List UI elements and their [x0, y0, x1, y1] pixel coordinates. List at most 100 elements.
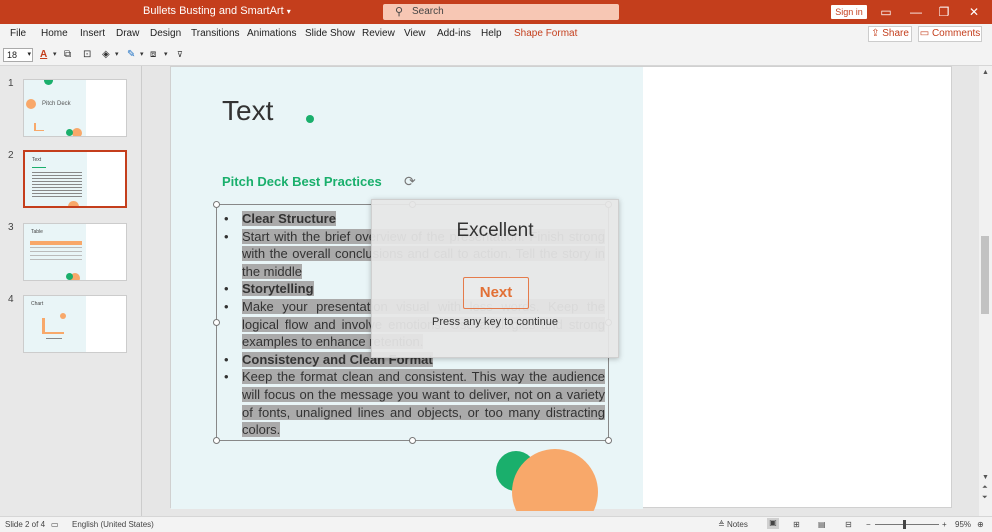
- chevron-down-icon: ▾: [27, 51, 31, 58]
- minimize-button[interactable]: —: [906, 3, 926, 21]
- resize-handle[interactable]: [409, 437, 416, 444]
- share-button[interactable]: ⇪ Share: [868, 26, 912, 42]
- language-indicator[interactable]: English (United States): [72, 520, 154, 529]
- font-size-value: 18: [7, 50, 18, 60]
- thumbnail-circle: [72, 128, 82, 136]
- thumbnail-title: Table: [31, 229, 43, 235]
- close-button[interactable]: ✕: [964, 3, 984, 21]
- comment-icon: ▭: [919, 28, 930, 39]
- thumbnail-chart: [42, 318, 64, 334]
- font-size-select[interactable]: 18 ▾: [3, 48, 33, 62]
- notes-label: Notes: [726, 520, 748, 529]
- thumbnail-circle: [60, 313, 66, 319]
- shape-outline-icon[interactable]: ✎: [127, 48, 135, 62]
- quick-toolbar: 18 ▾ A ▾ ⧉ ⊡ ◈ ▾ ✎ ▾ ⧈ ▾ ⊽: [0, 44, 992, 66]
- slide-heading[interactable]: Pitch Deck Best Practices: [222, 174, 382, 189]
- accessibility-icon[interactable]: ▭: [51, 520, 59, 529]
- scroll-up-icon[interactable]: ▲: [982, 69, 989, 76]
- tab-home[interactable]: Home: [41, 28, 68, 39]
- thumbnail-title: Chart: [31, 301, 44, 307]
- bullet-item: Keep the format clean and consistent. Th…: [224, 368, 605, 438]
- chevron-down-icon[interactable]: ▾: [164, 48, 168, 62]
- document-title[interactable]: Bullets Busting and SmartArt ▾: [143, 5, 291, 17]
- next-button[interactable]: Next: [463, 277, 529, 309]
- bullet-text: Clear Structure: [242, 211, 336, 226]
- thumbnail-number: 1: [8, 78, 14, 89]
- fit-to-window-icon[interactable]: ⊕: [977, 520, 984, 529]
- chevron-down-icon: ▾: [286, 7, 291, 16]
- thumbnail-number: 4: [8, 294, 14, 305]
- thumbnail-text-lines: [32, 172, 82, 197]
- search-icon: ⚲: [395, 6, 404, 18]
- zoom-out-icon[interactable]: −: [866, 520, 871, 529]
- scrollbar-thumb[interactable]: [981, 236, 989, 314]
- tab-draw[interactable]: Draw: [116, 28, 139, 39]
- tab-review[interactable]: Review: [362, 28, 395, 39]
- zoom-in-icon[interactable]: +: [942, 520, 947, 529]
- thumbnail-heading: [32, 167, 46, 168]
- slide-sorter-icon[interactable]: ⊞: [793, 520, 800, 529]
- slide-show-icon[interactable]: ⊟: [845, 520, 852, 529]
- dialog-hint: Press any key to continue: [432, 316, 558, 328]
- tab-slide-show[interactable]: Slide Show: [305, 28, 355, 39]
- arrange-icon[interactable]: ⧈: [150, 48, 156, 62]
- previous-slide-icon[interactable]: ⏶: [982, 484, 988, 492]
- tab-file[interactable]: File: [10, 28, 26, 39]
- search-box[interactable]: ⚲ Search: [383, 4, 619, 20]
- slide-title[interactable]: Text: [222, 95, 273, 127]
- resize-handle[interactable]: [213, 201, 220, 208]
- share-label: Share: [882, 28, 909, 39]
- slide-thumbnail-4[interactable]: Chart: [23, 295, 127, 353]
- resize-handle[interactable]: [213, 319, 220, 326]
- status-bar: Slide 2 of 4 ▭ English (United States) ≜…: [0, 516, 992, 532]
- thumbnail-circle: [66, 273, 73, 280]
- tab-insert[interactable]: Insert: [80, 28, 105, 39]
- thumbnail-table-rows: [30, 247, 82, 261]
- thumbnail-number: 3: [8, 222, 14, 233]
- title-dot: [306, 115, 314, 123]
- slide-thumbnail-1[interactable]: Pitch Deck: [23, 79, 127, 137]
- thumbnail-table-header: [30, 241, 82, 245]
- copy-format-icon[interactable]: ⧉: [64, 48, 71, 62]
- comments-button[interactable]: ▭ Comments: [918, 26, 982, 42]
- customize-toolbar-icon[interactable]: ⊽: [177, 48, 183, 62]
- restore-button[interactable]: ❐: [934, 3, 954, 21]
- thumbnail-title: Pitch Deck: [42, 101, 71, 107]
- ribbon-display-icon[interactable]: ▭: [876, 3, 896, 21]
- ribbon-tabs: File Home Insert Draw Design Transitions…: [0, 24, 992, 44]
- sign-in-button[interactable]: Sign in: [831, 5, 867, 19]
- tab-help[interactable]: Help: [481, 28, 502, 39]
- bullet-text: Storytelling: [242, 281, 314, 297]
- normal-view-icon[interactable]: ▣: [767, 518, 779, 529]
- vertical-scrollbar[interactable]: ▲ ▼ ⏶ ⏷: [979, 66, 992, 516]
- next-slide-icon[interactable]: ⏷: [982, 494, 988, 502]
- resize-handle[interactable]: [605, 437, 612, 444]
- title-bar: Bullets Busting and SmartArt ▾ ⚲ Search …: [0, 0, 992, 24]
- chevron-down-icon[interactable]: ▾: [115, 48, 119, 62]
- zoom-level[interactable]: 95%: [955, 520, 971, 529]
- chevron-down-icon[interactable]: ▾: [140, 48, 144, 62]
- tab-add-ins[interactable]: Add-ins: [437, 28, 471, 39]
- thumbnail-circle: [26, 99, 36, 109]
- slide-thumbnail-2[interactable]: Text: [23, 150, 127, 208]
- tab-transitions[interactable]: Transitions: [191, 28, 240, 39]
- zoom-slider-thumb[interactable]: [903, 520, 906, 529]
- document-title-text: Bullets Busting and SmartArt: [143, 5, 284, 17]
- font-color-icon[interactable]: A: [40, 48, 47, 62]
- resize-handle[interactable]: [213, 437, 220, 444]
- shape-fill-icon[interactable]: ◈: [102, 48, 110, 62]
- chevron-down-icon[interactable]: ▾: [53, 48, 57, 62]
- reading-view-icon[interactable]: ▤: [818, 520, 826, 529]
- tab-animations[interactable]: Animations: [247, 28, 296, 39]
- zoom-slider[interactable]: [875, 524, 939, 525]
- tab-shape-format[interactable]: Shape Format: [514, 28, 577, 39]
- feedback-dialog: Excellent Next Press any key to continue: [371, 199, 619, 358]
- rotate-handle-icon[interactable]: ⟳: [404, 173, 416, 190]
- tab-view[interactable]: View: [404, 28, 426, 39]
- scroll-down-icon[interactable]: ▼: [982, 474, 989, 481]
- notes-button[interactable]: ≜ Notes: [718, 520, 748, 529]
- picture-icon[interactable]: ⊡: [83, 48, 91, 62]
- thumbnail-circle: [66, 129, 73, 136]
- tab-design[interactable]: Design: [150, 28, 181, 39]
- slide-thumbnail-3[interactable]: Table: [23, 223, 127, 281]
